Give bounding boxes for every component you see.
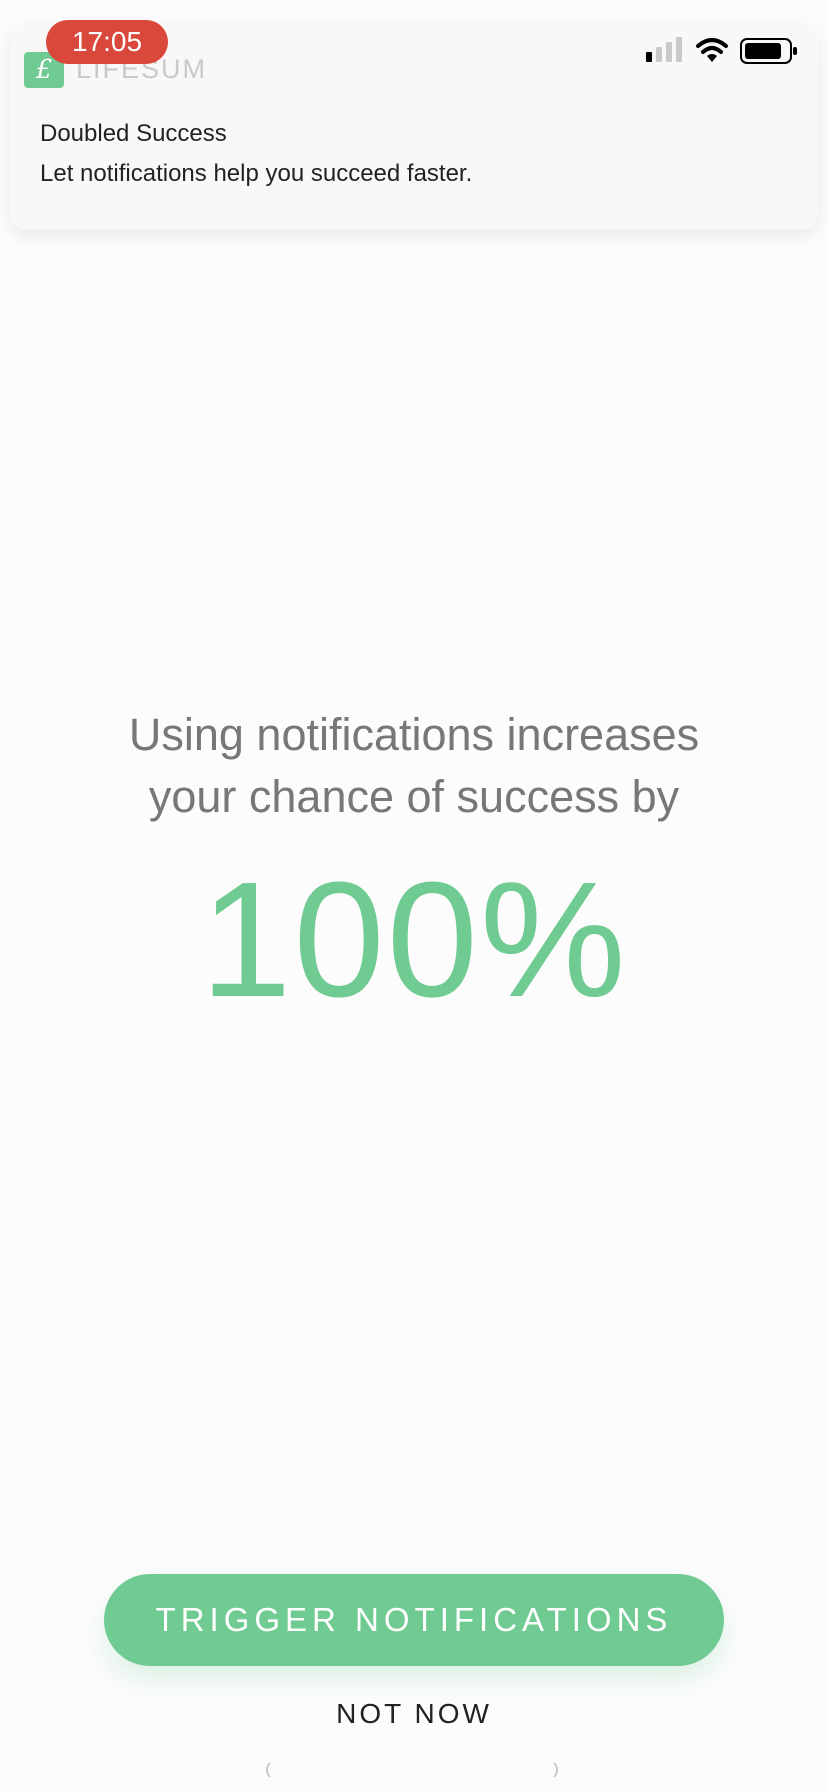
- notification-title: Doubled Success: [40, 120, 227, 147]
- trigger-notifications-button[interactable]: TRIGGER NOTIFICATIONS: [104, 1574, 724, 1666]
- right-corner-mark: [553, 1762, 558, 1778]
- status-time: 17:05: [46, 20, 168, 64]
- status-icons: [646, 37, 797, 64]
- bottom-edge-marks: [266, 1762, 558, 1778]
- battery-icon: [740, 38, 797, 64]
- headline-text: Using notifications increases your chanc…: [0, 704, 828, 828]
- left-corner-mark: [266, 1762, 271, 1778]
- success-percentage: 100%: [200, 848, 628, 1031]
- wifi-icon: [696, 38, 728, 62]
- notification-body: Let notifications help you succeed faste…: [40, 160, 473, 187]
- cellular-signal-icon: [646, 37, 682, 62]
- headline-line-1: Using notifications increases: [128, 709, 700, 760]
- headline-line-2: your chance of success by: [148, 771, 680, 822]
- not-now-button[interactable]: NOT NOW: [0, 1698, 828, 1730]
